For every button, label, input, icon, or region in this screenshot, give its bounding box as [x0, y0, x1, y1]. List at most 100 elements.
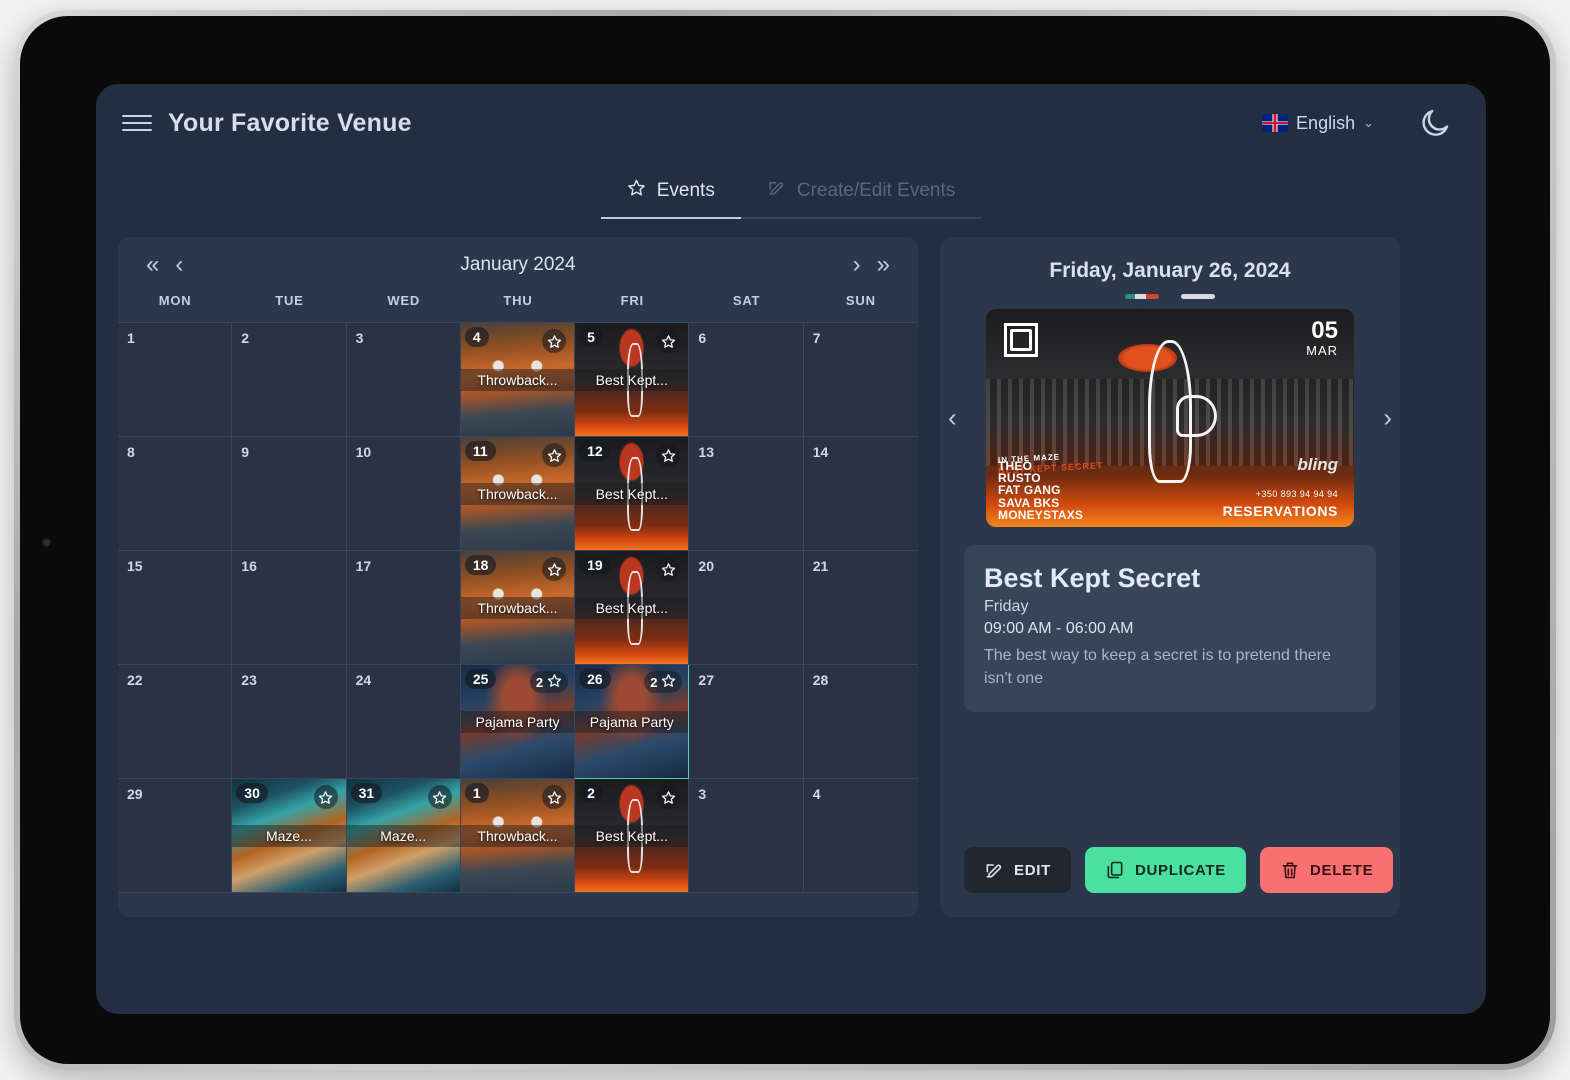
detail-date-title: Friday, January 26, 2024 — [964, 259, 1376, 283]
calendar-day-cell[interactable]: 4 — [804, 779, 918, 893]
day-number: 16 — [241, 558, 257, 574]
calendar-day-cell[interactable]: 10 — [347, 437, 461, 551]
calendar-prev-button[interactable]: ‹ — [167, 253, 191, 277]
calendar-day-cell[interactable]: 29 — [118, 779, 232, 893]
app-header: Your Favorite Venue English ⌄ — [96, 84, 1486, 162]
star-icon[interactable] — [542, 785, 566, 809]
day-number: 14 — [813, 444, 829, 460]
calendar-day-cell[interactable]: 11Throwback... — [461, 437, 575, 551]
poster-maze-logo-icon — [1004, 323, 1038, 357]
calendar-day-cell[interactable]: 262Pajama Party — [575, 665, 689, 779]
event-label: Maze... — [232, 825, 345, 847]
calendar-day-cell[interactable]: 13 — [689, 437, 803, 551]
poster-lineup: THEORUSTOFAT GANGSAVA BKSMONEYSTAXS — [998, 460, 1083, 521]
calendar-weekday-sat: SAT — [689, 293, 803, 308]
star-icon[interactable] — [542, 557, 566, 581]
calendar-day-cell[interactable]: 252Pajama Party — [461, 665, 575, 779]
language-selector[interactable]: English ⌄ — [1262, 113, 1374, 134]
event-label: Best Kept... — [575, 825, 688, 847]
calendar-day-cell[interactable]: 3 — [347, 323, 461, 437]
calendar-day-cell[interactable]: 14 — [804, 437, 918, 551]
calendar-day-cell[interactable]: 20 — [689, 551, 803, 665]
tab-events[interactable]: Events — [601, 168, 741, 219]
day-number: 28 — [813, 672, 829, 688]
poster-month: MAR — [1306, 343, 1338, 358]
calendar-day-cell[interactable]: 22 — [118, 665, 232, 779]
tablet-frame: Your Favorite Venue English ⌄ — [14, 10, 1556, 1070]
star-icon — [627, 178, 646, 203]
calendar-day-cell[interactable]: 1Throwback... — [461, 779, 575, 893]
day-number: 21 — [813, 558, 829, 574]
day-number: 1 — [127, 330, 135, 346]
event-poster-image[interactable]: 05 MAR IN THE MAZE BEST KEPT SECRET THEO… — [986, 309, 1354, 527]
event-day: Friday — [984, 598, 1356, 616]
calendar-next-button[interactable]: › — [845, 253, 869, 277]
duplicate-button-label: DUPLICATE — [1135, 862, 1226, 879]
event-count-badge[interactable]: 2 — [530, 671, 568, 693]
event-detail-panel: Friday, January 26, 2024 ‹ — [940, 237, 1400, 917]
calendar-day-cell[interactable]: 6 — [689, 323, 803, 437]
calendar-day-cell[interactable]: 2 — [232, 323, 346, 437]
carousel-prev-button[interactable]: ‹ — [948, 403, 957, 434]
calendar-last-button[interactable]: » — [869, 253, 898, 277]
carousel-next-button[interactable]: › — [1383, 403, 1392, 434]
calendar-day-cell[interactable]: 27 — [689, 665, 803, 779]
event-info-card: Best Kept Secret Friday 09:00 AM - 06:00… — [964, 545, 1376, 712]
calendar-day-cell[interactable]: 31 Maze... — [347, 779, 461, 893]
action-buttons: EDIT DUPLICATE — [964, 827, 1376, 893]
calendar-day-cell[interactable]: 9 — [232, 437, 346, 551]
calendar-weekday-row: MONTUEWEDTHUFRISATSUN — [118, 293, 918, 322]
calendar-first-button[interactable]: « — [138, 253, 167, 277]
calendar-day-cell[interactable]: 2Best Kept... — [575, 779, 689, 893]
carousel-dot-1[interactable] — [1125, 294, 1159, 299]
edit-button[interactable]: EDIT — [964, 847, 1071, 893]
calendar-day-cell[interactable]: 7 — [804, 323, 918, 437]
calendar-day-cell[interactable]: 8 — [118, 437, 232, 551]
poster-phone: +350 893 94 94 94 — [1256, 489, 1338, 499]
tab-create-edit-events[interactable]: Create/Edit Events — [741, 168, 981, 219]
event-description: The best way to keep a secret is to pret… — [984, 644, 1356, 690]
day-number: 5 — [579, 327, 603, 347]
event-count-badge[interactable]: 2 — [644, 671, 682, 693]
star-icon[interactable] — [314, 785, 338, 809]
calendar-day-cell[interactable]: 28 — [804, 665, 918, 779]
delete-button[interactable]: DELETE — [1260, 847, 1393, 893]
calendar-day-cell[interactable]: 5 Best Kept... — [575, 323, 689, 437]
duplicate-button[interactable]: DUPLICATE — [1085, 847, 1246, 893]
day-number: 12 — [579, 441, 611, 461]
hamburger-menu-icon[interactable] — [122, 108, 152, 138]
day-number: 31 — [351, 783, 383, 803]
calendar-day-cell[interactable]: 23 — [232, 665, 346, 779]
poster-lineup-line: FAT GANG — [998, 484, 1083, 496]
calendar-day-cell[interactable]: 24 — [347, 665, 461, 779]
calendar-day-cell[interactable]: 17 — [347, 551, 461, 665]
day-number: 20 — [698, 558, 714, 574]
calendar-day-cell[interactable]: 18Throwback... — [461, 551, 575, 665]
carousel-dot-2[interactable] — [1181, 294, 1215, 299]
star-icon[interactable] — [542, 443, 566, 467]
star-icon[interactable] — [542, 329, 566, 353]
calendar-day-cell[interactable]: 16 — [232, 551, 346, 665]
calendar-day-cell[interactable]: 1 — [118, 323, 232, 437]
page-title: Your Favorite Venue — [168, 109, 412, 138]
event-label: Maze... — [347, 825, 460, 847]
calendar-day-cell[interactable]: 12Best Kept... — [575, 437, 689, 551]
event-label: Best Kept... — [575, 369, 688, 391]
poster-brand: bling — [1297, 455, 1338, 475]
calendar-card: « ‹ January 2024 › » MONTUEWEDTHUFRISATS… — [118, 237, 918, 917]
star-icon[interactable] — [428, 785, 452, 809]
calendar-day-cell[interactable]: 3 — [689, 779, 803, 893]
calendar-weekday-tue: TUE — [232, 293, 346, 308]
moon-icon[interactable] — [1418, 106, 1452, 140]
poster-hand-graphic — [1148, 340, 1192, 484]
calendar-day-cell[interactable]: 4Throwback... — [461, 323, 575, 437]
calendar-day-cell[interactable]: 21 — [804, 551, 918, 665]
day-number: 7 — [813, 330, 821, 346]
calendar-day-cell[interactable]: 19Best Kept... — [575, 551, 689, 665]
calendar-toolbar: « ‹ January 2024 › » — [118, 237, 918, 293]
day-number: 11 — [465, 441, 496, 461]
calendar-day-cell[interactable]: 30 Maze... — [232, 779, 346, 893]
day-number: 27 — [698, 672, 714, 688]
day-number: 30 — [236, 783, 268, 803]
calendar-day-cell[interactable]: 15 — [118, 551, 232, 665]
